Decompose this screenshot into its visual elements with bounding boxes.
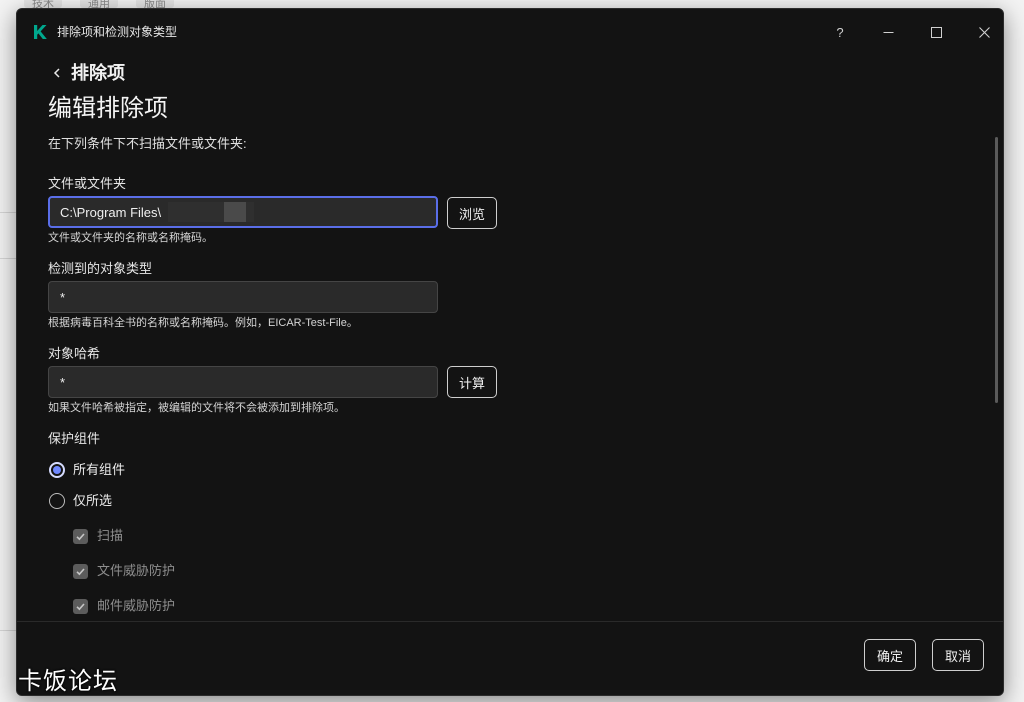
radio-button-checked[interactable]	[49, 462, 65, 478]
radio-button[interactable]	[49, 493, 65, 509]
redaction-block	[224, 202, 246, 222]
background-divider	[0, 258, 16, 259]
help-button[interactable]: ?	[820, 19, 860, 45]
checkbox-label: 扫描	[97, 528, 124, 543]
checkmark-icon	[76, 567, 85, 575]
object-hash-input[interactable]	[48, 366, 438, 398]
background-tab: 技术	[24, 0, 62, 10]
object-type-input[interactable]	[48, 281, 438, 313]
radio-all-components[interactable]: 所有组件	[49, 461, 125, 479]
browse-button[interactable]: 浏览	[447, 197, 498, 229]
file-or-folder-label: 文件或文件夹	[48, 176, 127, 191]
dialog-footer: 确定 取消	[17, 621, 1003, 695]
checkbox-scan[interactable]: 扫描	[73, 527, 123, 545]
file-or-folder-field	[48, 196, 438, 228]
object-type-hint: 根据病毒百科全书的名称或名称掩码。例如，EICAR-Test-File。	[48, 317, 358, 329]
kaspersky-logo-icon	[34, 25, 47, 39]
minimize-button[interactable]	[868, 19, 908, 45]
file-or-folder-hint: 文件或文件夹的名称或名称掩码。	[48, 232, 213, 244]
checkbox-label: 邮件威胁防护	[97, 598, 176, 613]
background-tab: 通用	[80, 0, 118, 10]
minimize-icon	[883, 31, 893, 33]
vertical-scrollbar[interactable]	[995, 137, 998, 403]
close-button[interactable]	[964, 19, 1003, 45]
background-divider	[0, 212, 16, 213]
exclusion-dialog: 排除项和检测对象类型 ? 排除项 编辑排除项 在下列条件下不扫描文件或文件夹: …	[16, 8, 1004, 696]
watermark-text: 卡饭论坛	[18, 667, 118, 695]
help-icon: ?	[836, 24, 844, 40]
window-title: 排除项和检测对象类型	[57, 25, 178, 39]
radio-label: 所有组件	[73, 462, 126, 477]
checkbox-disabled-checked[interactable]	[73, 528, 88, 544]
chevron-left-icon	[53, 68, 60, 78]
back-link[interactable]: 排除项	[48, 61, 125, 85]
close-icon	[978, 26, 990, 38]
radio-selected-only[interactable]: 仅所选	[49, 492, 112, 510]
object-hash-hint: 如果文件哈希被指定，被编辑的文件将不会被添加到排除项。	[48, 402, 345, 414]
checkbox-disabled-checked[interactable]	[73, 598, 88, 614]
cancel-button[interactable]: 取消	[932, 639, 984, 671]
protection-components-label: 保护组件	[48, 431, 101, 446]
checkmark-icon	[76, 602, 85, 610]
page-title: 编辑排除项	[48, 95, 168, 122]
checkmark-icon	[76, 532, 85, 540]
back-link-label: 排除项	[71, 63, 125, 83]
calculate-button[interactable]: 计算	[447, 366, 498, 398]
checkbox-file-threat-protection[interactable]: 文件威胁防护	[73, 562, 175, 580]
ok-button[interactable]: 确定	[864, 639, 916, 671]
background-divider	[0, 630, 16, 631]
maximize-icon	[930, 26, 942, 38]
checkbox-mail-threat-protection[interactable]: 邮件威胁防护	[73, 597, 175, 615]
object-hash-label: 对象哈希	[48, 346, 101, 361]
checkbox-label: 文件威胁防护	[97, 563, 176, 578]
title-bar[interactable]: 排除项和检测对象类型 ?	[17, 9, 1003, 55]
background-tab: 版面	[136, 0, 174, 10]
background-tabs: 技术 通用 版面	[24, 0, 174, 10]
page-description: 在下列条件下不扫描文件或文件夹:	[48, 136, 247, 151]
radio-label: 仅所选	[73, 493, 113, 508]
checkbox-disabled-checked[interactable]	[73, 563, 88, 579]
object-type-label: 检测到的对象类型	[48, 261, 153, 276]
maximize-button[interactable]	[916, 19, 956, 45]
